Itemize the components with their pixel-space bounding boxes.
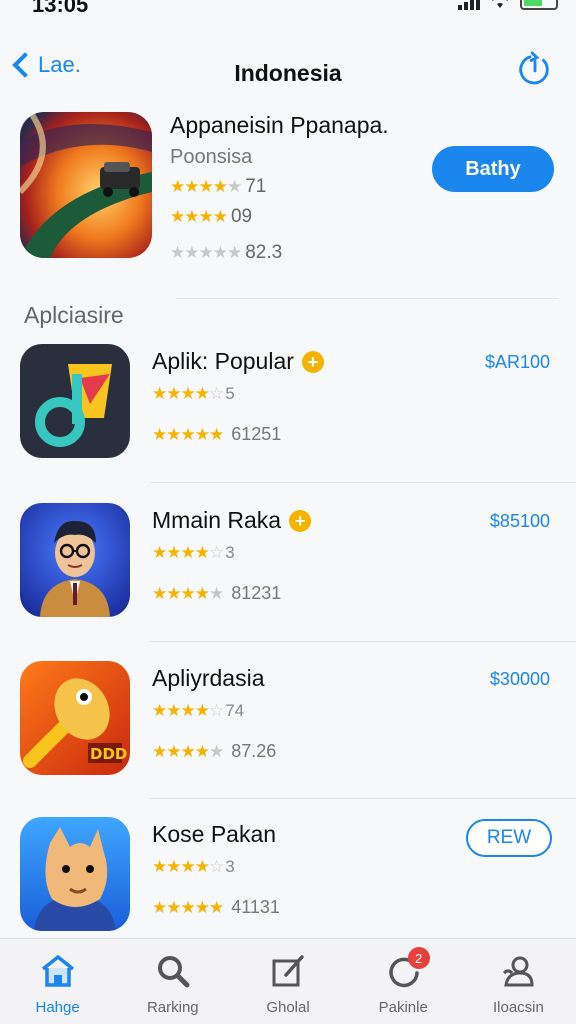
app-price[interactable]: $30000 <box>490 669 550 690</box>
notification-badge: 2 <box>407 947 430 969</box>
list-item[interactable]: Kose Pakan REW ★★★★☆ 3 ★★★★★ 41131 <box>20 817 560 947</box>
tab-label: Rarking <box>146 999 199 1016</box>
section-title: Aplciasire <box>24 302 124 328</box>
tab-label: Hahge <box>35 999 80 1016</box>
app-icon <box>20 344 130 458</box>
tab-label: Pakinle <box>378 999 428 1016</box>
star-rating-icon: ★★★★☆ <box>152 701 224 720</box>
page-title: Indonesia <box>234 60 342 86</box>
tab-bar: Hahge Rarking Gholal 2 Pakinle Iloacsin <box>0 938 576 1024</box>
svg-text:DDD: DDD <box>90 745 127 763</box>
app-name: Kose Pakan <box>152 821 276 848</box>
star-rating-icon: ★★★★★ <box>170 177 242 196</box>
signal-icon <box>458 0 480 10</box>
app-name-text: Apliyrdasia <box>152 665 265 691</box>
review-count: 81231 <box>231 583 282 603</box>
app-name: Aplik: Popular + <box>152 348 324 375</box>
star-rating-icon: ★★★★☆ <box>152 857 224 876</box>
star-rating-icon: ★★★★★ <box>152 424 224 444</box>
app-icon <box>20 817 130 931</box>
plus-badge-icon: + <box>289 509 312 532</box>
rating-row: ★★★★☆ 74 <box>152 701 244 721</box>
list-item[interactable]: DDD Apliyrdasia $30000 ★★★★☆ 74 ★★★★★ 87.2… <box>20 661 560 791</box>
plus-badge-icon: + <box>301 350 324 373</box>
review-row: ★★★★★ 61251 <box>152 424 281 445</box>
star-rating-icon: ★★★★★ <box>152 897 224 917</box>
tab-label: Gholal <box>266 999 310 1016</box>
app-icon: DDD <box>20 661 130 775</box>
compose-icon <box>272 955 304 987</box>
featured-app-title: Appanеisin Ppanapa. <box>170 112 389 138</box>
featured-app-icon <box>20 112 152 258</box>
review-row: ★★★★★ 81231 <box>152 583 281 604</box>
app-name: Apliyrdasia <box>152 665 265 692</box>
star-rating-icon: ★★★★ <box>170 207 228 226</box>
tab-activity[interactable]: 2 Pakinle <box>346 939 461 1024</box>
star-rating-icon: ★★★★☆ <box>152 384 224 403</box>
featured-app-subtitle: Poonsisa <box>170 146 253 168</box>
app-name: Mmain Raka + <box>152 507 312 534</box>
list-item[interactable]: Aplik: Popular + $AR100 ★★★★☆ 5 ★★★★★ 61251 <box>20 344 560 474</box>
star-rating-icon: ★★★★★ <box>152 583 224 603</box>
rating-row: ★★★★☆ 3 <box>152 543 235 563</box>
app-price[interactable]: $AR100 <box>485 352 550 373</box>
star-rating-icon: ★★★★★ <box>152 741 224 761</box>
tab-ranking[interactable]: Rarking <box>115 939 230 1024</box>
divider <box>176 298 558 299</box>
divider <box>150 798 576 799</box>
star-rating-icon: ★★★★☆ <box>152 543 224 562</box>
app-icon <box>20 503 130 617</box>
app-price[interactable]: $85100 <box>490 511 550 532</box>
featured-rating-3: ★★★★★ 82.3 <box>170 242 282 264</box>
profile-icon <box>503 956 534 987</box>
rating-value: 74 <box>225 701 245 720</box>
navigation-bar: Lae. Indonesia <box>0 44 576 100</box>
rating-value: 3 <box>225 543 235 562</box>
search-icon <box>157 956 190 988</box>
tab-home[interactable]: Hahge <box>0 939 115 1024</box>
status-time: 13:05 <box>32 0 89 17</box>
review-count: 41131 <box>231 897 280 917</box>
list-item[interactable]: Mmain Raka + $85100 ★★★★☆ 3 ★★★★★ 81231 <box>20 503 560 633</box>
tab-profile[interactable]: Iloacsin <box>461 939 576 1024</box>
review-count: 87.26 <box>231 741 277 761</box>
tab-label: Iloacsin <box>492 999 544 1016</box>
rating-value: 3 <box>225 857 235 876</box>
review-row: ★★★★★ 41131 <box>152 897 280 918</box>
rating-value: 71 <box>245 176 267 197</box>
review-row: ★★★★★ 87.26 <box>152 741 276 762</box>
app-name-text: Kose Pakan <box>152 821 277 847</box>
featured-app[interactable]: Appanеisin Ppanapa. Poonsisa ★★★★★ 71 ★★… <box>20 110 560 270</box>
wifi-icon <box>492 0 508 8</box>
home-icon <box>41 955 74 987</box>
rating-value: 5 <box>225 384 235 403</box>
rating-value: 09 <box>230 206 253 227</box>
featured-get-button[interactable]: Bathy <box>432 146 554 192</box>
status-icons <box>458 0 558 10</box>
featured-rating-1: ★★★★★ 71 <box>170 176 266 198</box>
battery-icon <box>520 0 558 10</box>
app-name-text: Aplik: Popular <box>152 348 294 374</box>
rating-value: 82.3 <box>245 242 283 263</box>
refresh-icon[interactable] <box>516 50 554 88</box>
app-name-text: Mmain Raka <box>152 507 282 533</box>
get-button[interactable]: REW <box>466 819 552 857</box>
review-count: 61251 <box>231 424 282 444</box>
star-rating-icon: ★★★★★ <box>170 243 242 262</box>
divider <box>150 482 576 483</box>
divider <box>150 641 576 642</box>
status-bar: 13:05 <box>0 0 576 22</box>
rating-row: ★★★★☆ 3 <box>152 857 235 877</box>
tab-global[interactable]: Gholal <box>230 939 345 1024</box>
featured-rating-2: ★★★★ 09 <box>170 206 252 228</box>
rating-row: ★★★★☆ 5 <box>152 384 235 404</box>
